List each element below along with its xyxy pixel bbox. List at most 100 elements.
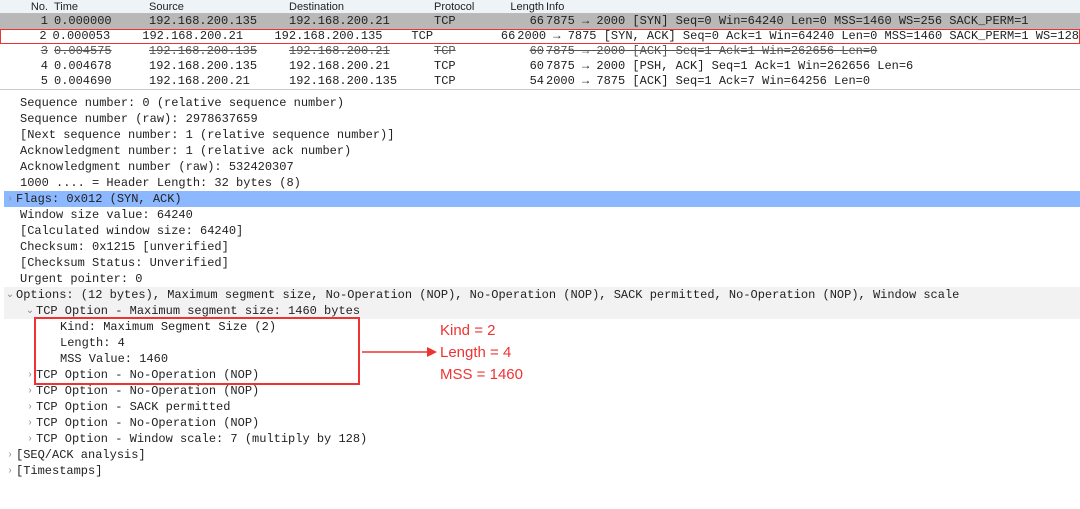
cell-src: 192.168.200.21 (149, 74, 289, 89)
detail-line[interactable]: Sequence number: 0 (relative sequence nu… (4, 95, 1080, 111)
detail-line[interactable]: › TCP Option - Window scale: 7 (multiply… (4, 431, 1080, 447)
detail-line[interactable]: › TCP Option - No-Operation (NOP) (4, 415, 1080, 431)
cell-src: 192.168.200.135 (149, 59, 289, 74)
cell-len: 66 (482, 30, 517, 43)
cell-proto: TCP (434, 59, 509, 74)
detail-text: Window size value: 64240 (20, 207, 193, 223)
collapse-icon[interactable]: ⌄ (24, 303, 36, 319)
expand-icon[interactable]: › (4, 447, 16, 463)
detail-line[interactable]: Acknowledgment number (raw): 532420307 (4, 159, 1080, 175)
detail-line[interactable]: Window size value: 64240 (4, 207, 1080, 223)
detail-text: MSS Value: 1460 (60, 351, 168, 367)
detail-text: [Calculated window size: 64240] (20, 223, 243, 239)
cell-time: 0.004678 (54, 59, 149, 74)
cell-src: 192.168.200.135 (149, 44, 289, 59)
cell-dst: 192.168.200.21 (289, 14, 434, 29)
detail-text: Options: (12 bytes), Maximum segment siz… (16, 287, 959, 303)
packet-row[interactable]: 1 0.000000 192.168.200.135 192.168.200.2… (0, 14, 1080, 29)
detail-line[interactable]: Length: 4 (4, 335, 1080, 351)
detail-text: TCP Option - Maximum segment size: 1460 … (36, 303, 360, 319)
cell-dst: 192.168.200.21 (289, 59, 434, 74)
cell-time: 0.004575 (54, 44, 149, 59)
detail-flags[interactable]: › Flags: 0x012 (SYN, ACK) (4, 191, 1080, 207)
cell-info: 2000 → 7875 [SYN, ACK] Seq=0 Ack=1 Win=6… (517, 30, 1079, 43)
cell-no: 2 (5, 30, 53, 43)
detail-text: Acknowledgment number: 1 (relative ack n… (20, 143, 351, 159)
col-source[interactable]: Source (149, 0, 289, 13)
detail-options[interactable]: ⌄ Options: (12 bytes), Maximum segment s… (4, 287, 1080, 303)
annotation-kind: Kind = 2 (440, 320, 523, 342)
cell-dst: 192.168.200.135 (274, 30, 411, 43)
detail-text: [Timestamps] (16, 463, 102, 479)
detail-text: [Checksum Status: Unverified] (20, 255, 229, 271)
packet-row[interactable]: 5 0.004690 192.168.200.21 192.168.200.13… (0, 74, 1080, 89)
packet-list: No. Time Source Destination Protocol Len… (0, 0, 1080, 90)
packet-row[interactable]: 4 0.004678 192.168.200.135 192.168.200.2… (0, 59, 1080, 74)
cell-proto: TCP (434, 44, 509, 59)
detail-line[interactable]: [Checksum Status: Unverified] (4, 255, 1080, 271)
detail-text: Sequence number: 0 (relative sequence nu… (20, 95, 344, 111)
packet-row[interactable]: 3 0.004575 192.168.200.135 192.168.200.2… (0, 44, 1080, 59)
detail-line[interactable]: [Calculated window size: 64240] (4, 223, 1080, 239)
detail-mss-option[interactable]: ⌄ TCP Option - Maximum segment size: 146… (4, 303, 1080, 319)
detail-line[interactable]: Kind: Maximum Segment Size (2) (4, 319, 1080, 335)
detail-line[interactable]: › TCP Option - No-Operation (NOP) (4, 383, 1080, 399)
detail-text: Flags: 0x012 (SYN, ACK) (16, 191, 182, 207)
cell-dst: 192.168.200.21 (289, 44, 434, 59)
expand-icon[interactable]: › (24, 383, 36, 399)
detail-line[interactable]: › [Timestamps] (4, 463, 1080, 479)
detail-line[interactable]: › [SEQ/ACK analysis] (4, 447, 1080, 463)
detail-text: Sequence number (raw): 2978637659 (20, 111, 258, 127)
collapse-icon[interactable]: ⌄ (4, 287, 16, 303)
detail-text: Checksum: 0x1215 [unverified] (20, 239, 229, 255)
cell-info: 2000 → 7875 [ACK] Seq=1 Ack=7 Win=64256 … (546, 74, 1080, 89)
cell-src: 192.168.200.21 (142, 30, 274, 43)
cell-dst: 192.168.200.135 (289, 74, 434, 89)
detail-line[interactable]: [Next sequence number: 1 (relative seque… (4, 127, 1080, 143)
detail-text: Urgent pointer: 0 (20, 271, 142, 287)
col-proto[interactable]: Protocol (434, 0, 509, 13)
detail-text: TCP Option - No-Operation (NOP) (36, 415, 259, 431)
detail-line[interactable]: 1000 .... = Header Length: 32 bytes (8) (4, 175, 1080, 191)
cell-info: 7875 → 2000 [ACK] Seq=1 Ack=1 Win=262656… (546, 44, 1080, 59)
detail-line[interactable]: Urgent pointer: 0 (4, 271, 1080, 287)
cell-len: 60 (509, 59, 546, 74)
detail-line[interactable]: › TCP Option - SACK permitted (4, 399, 1080, 415)
cell-no: 5 (4, 74, 54, 89)
detail-text: TCP Option - No-Operation (NOP) (36, 367, 259, 383)
expand-icon[interactable]: › (4, 463, 16, 479)
col-info[interactable]: Info (546, 0, 1080, 13)
expand-icon[interactable]: › (4, 191, 16, 207)
detail-line[interactable]: Acknowledgment number: 1 (relative ack n… (4, 143, 1080, 159)
cell-proto: TCP (411, 30, 482, 43)
col-no[interactable]: No. (4, 0, 54, 13)
detail-text: TCP Option - No-Operation (NOP) (36, 383, 259, 399)
cell-proto: TCP (434, 14, 509, 29)
expand-icon[interactable]: › (24, 367, 36, 383)
expand-icon[interactable]: › (24, 399, 36, 415)
detail-line[interactable]: MSS Value: 1460 (4, 351, 1080, 367)
expand-icon[interactable]: › (24, 431, 36, 447)
col-dest[interactable]: Destination (289, 0, 434, 13)
detail-text: Acknowledgment number (raw): 532420307 (20, 159, 294, 175)
packet-row[interactable]: 2 0.000053 192.168.200.21 192.168.200.13… (0, 29, 1080, 44)
col-time[interactable]: Time (54, 0, 149, 13)
cell-no: 1 (4, 14, 54, 29)
expand-icon[interactable]: › (24, 415, 36, 431)
detail-text: [SEQ/ACK analysis] (16, 447, 146, 463)
cell-len: 66 (509, 14, 546, 29)
detail-text: 1000 .... = Header Length: 32 bytes (8) (20, 175, 301, 191)
cell-time: 0.004690 (54, 74, 149, 89)
detail-line[interactable]: › TCP Option - No-Operation (NOP) (4, 367, 1080, 383)
detail-text: Length: 4 (60, 335, 125, 351)
cell-src: 192.168.200.135 (149, 14, 289, 29)
cell-time: 0.000000 (54, 14, 149, 29)
packet-details: Sequence number: 0 (relative sequence nu… (0, 90, 1080, 509)
detail-line[interactable]: Checksum: 0x1215 [unverified] (4, 239, 1080, 255)
cell-proto: TCP (434, 74, 509, 89)
detail-text: Kind: Maximum Segment Size (2) (60, 319, 276, 335)
col-length[interactable]: Length (509, 0, 546, 13)
annotation-mss: MSS = 1460 (440, 364, 523, 386)
detail-line[interactable]: Sequence number (raw): 2978637659 (4, 111, 1080, 127)
cell-info: 7875 → 2000 [PSH, ACK] Seq=1 Ack=1 Win=2… (546, 59, 1080, 74)
